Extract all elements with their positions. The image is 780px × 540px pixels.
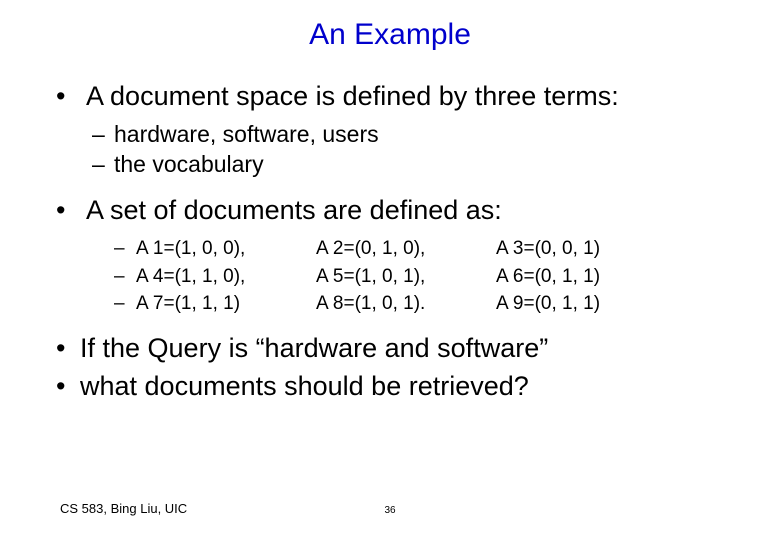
bullet-1-text: A document space is defined by three ter… bbox=[86, 81, 619, 111]
doc-cell: A 3=(0, 0, 1) bbox=[496, 235, 600, 263]
bullet-3: If the Query is “hardware and software” bbox=[80, 332, 720, 366]
doc-row: A 4=(1, 1, 0), A 5=(1, 0, 1), A 6=(0, 1,… bbox=[114, 263, 720, 291]
documents-list: A 1=(1, 0, 0), A 2=(0, 1, 0), A 3=(0, 0,… bbox=[80, 235, 720, 318]
bullet-2: A set of documents are defined as: A 1=(… bbox=[80, 194, 720, 318]
doc-cell: A 7=(1, 1, 1) bbox=[136, 290, 316, 318]
slide: An Example A document space is defined b… bbox=[0, 0, 780, 540]
doc-cell: A 4=(1, 1, 0), bbox=[136, 263, 316, 291]
bullet-4: what documents should be retrieved? bbox=[80, 370, 720, 404]
footer-course-info: CS 583, Bing Liu, UIC bbox=[60, 501, 187, 516]
bullet-list: A document space is defined by three ter… bbox=[60, 80, 720, 403]
bullet-1-sub-1: hardware, software, users bbox=[114, 120, 720, 150]
bullet-1-sublist: hardware, software, users the vocabulary bbox=[80, 120, 720, 180]
doc-cell: A 1=(1, 0, 0), bbox=[136, 235, 316, 263]
bullet-1-sub-2: the vocabulary bbox=[114, 150, 720, 180]
doc-cell: A 6=(0, 1, 1) bbox=[496, 263, 600, 291]
doc-cell: A 2=(0, 1, 0), bbox=[316, 235, 496, 263]
bullet-1: A document space is defined by three ter… bbox=[80, 80, 720, 180]
doc-cell: A 8=(1, 0, 1). bbox=[316, 290, 496, 318]
doc-row: A 7=(1, 1, 1) A 8=(1, 0, 1). A 9=(0, 1, … bbox=[114, 290, 720, 318]
footer-page-number: 36 bbox=[384, 505, 395, 516]
slide-title: An Example bbox=[60, 18, 720, 52]
doc-cell: A 5=(1, 0, 1), bbox=[316, 263, 496, 291]
doc-cell: A 9=(0, 1, 1) bbox=[496, 290, 600, 318]
doc-row: A 1=(1, 0, 0), A 2=(0, 1, 0), A 3=(0, 0,… bbox=[114, 235, 720, 263]
bullet-2-text: A set of documents are defined as: bbox=[86, 195, 502, 225]
